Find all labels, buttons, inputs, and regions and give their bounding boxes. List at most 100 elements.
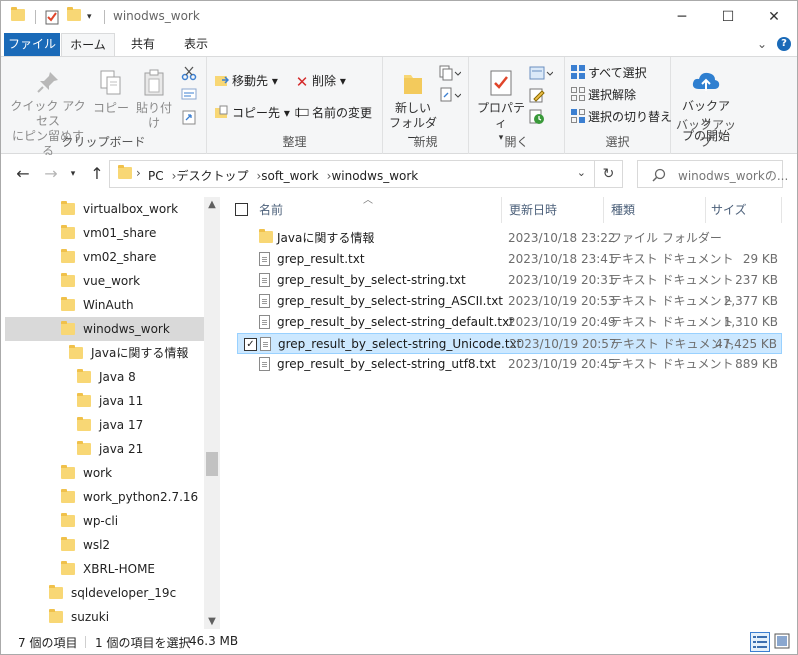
- maximize-button[interactable]: ☐: [705, 1, 751, 33]
- nav-item[interactable]: work: [61, 461, 112, 485]
- paste-button[interactable]: 貼り付け: [133, 69, 175, 131]
- address-chevron-icon[interactable]: ›: [136, 166, 141, 180]
- nav-item[interactable]: sqldeveloper_19c: [49, 581, 176, 605]
- tab-file[interactable]: ファイル: [4, 33, 60, 56]
- scroll-up-icon[interactable]: ▲: [204, 199, 220, 210]
- nav-item[interactable]: vm01_share: [61, 221, 156, 245]
- tab-view[interactable]: 表示: [171, 33, 221, 56]
- nav-item[interactable]: suzuki: [49, 605, 109, 629]
- breadcrumb-pc[interactable]: PC: [148, 169, 164, 183]
- column-divider[interactable]: [501, 197, 502, 223]
- select-none-button[interactable]: 選択解除: [571, 85, 636, 105]
- nav-item[interactable]: Javaに関する情報: [69, 341, 188, 365]
- column-divider[interactable]: [705, 197, 706, 223]
- nav-item[interactable]: WinAuth: [61, 293, 134, 317]
- folder-icon: [77, 417, 91, 431]
- navigation-pane: virtualbox_work vm01_share vm02_share vue_w…: [1, 197, 220, 629]
- nav-item[interactable]: vue_work: [61, 269, 140, 293]
- scroll-thumb[interactable]: [206, 452, 218, 476]
- column-divider[interactable]: [603, 197, 604, 223]
- large-icons-view-icon[interactable]: [773, 632, 793, 652]
- nav-item[interactable]: wp-cli: [61, 509, 118, 533]
- breadcrumb-desktop[interactable]: デスクトップ: [176, 169, 248, 183]
- new-item-icon[interactable]: [439, 65, 462, 85]
- address-bar[interactable]: › PC ›デスクトップ ›soft_work ›winodws_work ⌄: [109, 160, 595, 188]
- paste-icon: [144, 69, 164, 96]
- column-header-size[interactable]: サイズ: [711, 197, 747, 223]
- text-file-icon: [259, 315, 270, 332]
- search-box[interactable]: winodws_workの...: [637, 160, 788, 188]
- nav-item[interactable]: wsl2: [61, 533, 110, 557]
- cut-icon[interactable]: [181, 65, 197, 85]
- history-icon[interactable]: [529, 109, 545, 129]
- text-file-icon: [260, 337, 271, 354]
- new-folder-quick-icon[interactable]: [67, 7, 81, 25]
- customize-quick-access-icon[interactable]: ▾: [87, 9, 101, 25]
- open-icon[interactable]: [529, 65, 554, 85]
- edit-icon[interactable]: [529, 87, 545, 107]
- row-checkbox[interactable]: ✓: [244, 338, 257, 351]
- forward-arrow-icon[interactable]: →: [41, 164, 61, 184]
- folder-icon: [69, 345, 83, 359]
- nav-item[interactable]: vm02_share: [61, 245, 156, 269]
- divider: [104, 10, 105, 24]
- column-header-type[interactable]: 種類: [611, 197, 635, 223]
- nav-item[interactable]: work_python2.7.16: [61, 485, 198, 509]
- close-button[interactable]: ✕: [751, 1, 797, 33]
- copy-path-icon[interactable]: [181, 87, 197, 107]
- nav-item-label: java 17: [99, 418, 144, 432]
- file-type: テキスト ドキュメント: [610, 252, 734, 266]
- details-view-icon[interactable]: [750, 632, 770, 652]
- copy-to-label: コピー先 ▾: [232, 106, 290, 120]
- nav-item[interactable]: Java 8: [77, 365, 136, 389]
- help-icon[interactable]: ?: [777, 37, 791, 51]
- easy-access-icon[interactable]: [439, 87, 462, 107]
- recent-locations-chevron-icon[interactable]: ▾: [63, 164, 83, 184]
- move-to-button[interactable]: 移動先 ▾: [215, 71, 278, 91]
- breadcrumb-soft-work[interactable]: soft_work: [261, 169, 318, 183]
- file-name: grep_result.txt: [277, 252, 365, 266]
- rename-button[interactable]: 名前の変更: [295, 103, 372, 123]
- column-header-name[interactable]: 名前: [259, 197, 283, 223]
- tab-home[interactable]: ホーム: [61, 33, 115, 56]
- nav-item[interactable]: java 11: [77, 389, 143, 413]
- up-arrow-icon[interactable]: ↑: [87, 164, 107, 184]
- file-size: 47,425 KB: [715, 337, 777, 351]
- file-row[interactable]: Javaに関する情報 2023/10/18 23:22 ファイル フォルダー: [237, 228, 782, 249]
- nav-item[interactable]: XBRL-HOME: [61, 557, 155, 581]
- nav-item[interactable]: virtualbox_work: [61, 197, 178, 221]
- file-row[interactable]: grep_result_by_select-string_default.txt…: [237, 312, 782, 333]
- paste-shortcut-icon[interactable]: [182, 109, 196, 129]
- back-arrow-icon[interactable]: ←: [13, 164, 33, 184]
- copy-to-button[interactable]: コピー先 ▾: [215, 103, 290, 123]
- tab-share[interactable]: 共有: [119, 33, 167, 56]
- expand-ribbon-icon[interactable]: ⌄: [757, 37, 767, 51]
- file-row[interactable]: grep_result_by_select-string_ASCII.txt 20…: [237, 291, 782, 312]
- invert-selection-button[interactable]: 選択の切り替え: [571, 107, 672, 127]
- divider: [35, 10, 36, 24]
- scroll-down-icon[interactable]: ▼: [204, 616, 220, 627]
- invert-selection-icon: [571, 109, 585, 123]
- nav-item[interactable]: winodws_work: [61, 317, 170, 341]
- column-header-date[interactable]: 更新日時: [509, 197, 557, 223]
- nav-scrollbar[interactable]: ▲ ▼: [204, 197, 220, 629]
- select-all-checkbox[interactable]: [235, 203, 248, 216]
- file-row[interactable]: ✓ grep_result_by_select-string_Unicode.tx…: [237, 333, 782, 354]
- file-row[interactable]: grep_result_by_select-string.txt 2023/10/…: [237, 270, 782, 291]
- nav-item[interactable]: java 17: [77, 413, 143, 437]
- file-row[interactable]: grep_result.txt 2023/10/18 23:41 テキスト ドキュメ…: [237, 249, 782, 270]
- nav-item[interactable]: java 21: [77, 437, 143, 461]
- breadcrumb-winodws-work[interactable]: winodws_work: [331, 169, 418, 183]
- backup-group-label: バックアップ: [675, 118, 736, 149]
- text-file-icon: [259, 294, 270, 311]
- select-all-button[interactable]: すべて選択: [571, 63, 647, 83]
- rename-icon: [295, 107, 309, 118]
- refresh-button[interactable]: ↻: [595, 160, 623, 188]
- column-divider[interactable]: [781, 197, 782, 223]
- delete-button[interactable]: ✕ 削除 ▾: [295, 71, 346, 91]
- properties-quick-icon[interactable]: [45, 9, 59, 25]
- copy-button[interactable]: コピー: [93, 69, 129, 116]
- address-history-chevron-icon[interactable]: ⌄: [577, 166, 586, 179]
- file-row[interactable]: grep_result_by_select-string_utf8.txt 202…: [237, 354, 782, 375]
- minimize-button[interactable]: ─: [659, 1, 705, 33]
